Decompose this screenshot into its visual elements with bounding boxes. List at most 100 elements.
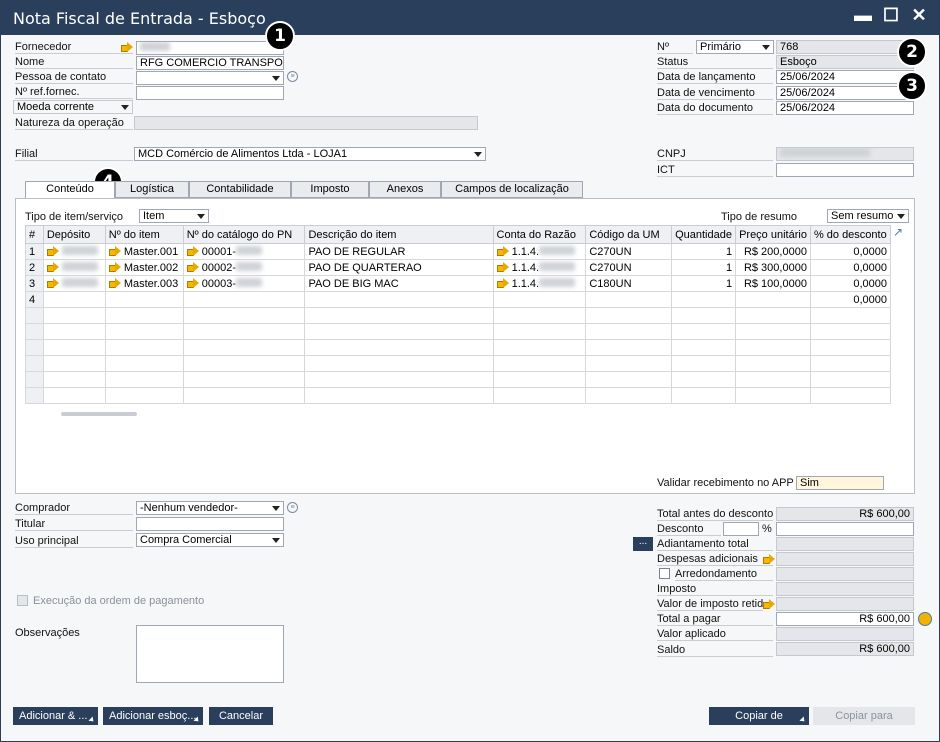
- fornecedor-field[interactable]: [136, 41, 284, 55]
- table-row[interactable]: 2 Master.002 00002- PAO DE QUARTERAO 1.1…: [25, 259, 892, 276]
- arredondamento-checkbox[interactable]: [659, 568, 670, 579]
- catalog-cell[interactable]: 00002-: [182, 259, 306, 276]
- col-header[interactable]: Descrição do item: [304, 225, 494, 244]
- vencimento-field[interactable]: 25/06/2024: [776, 86, 914, 100]
- link-arrow-icon[interactable]: [496, 262, 509, 273]
- maximize-icon[interactable]: ☐: [879, 5, 903, 26]
- info-icon[interactable]: ≡: [287, 502, 298, 513]
- despesas-link-arrow-icon[interactable]: [763, 554, 775, 564]
- link-arrow-icon[interactable]: [108, 262, 121, 273]
- documento-field[interactable]: 25/06/2024: [776, 101, 914, 115]
- info-icon[interactable]: ≡: [287, 71, 298, 82]
- table-row[interactable]: 4 0,0000: [25, 291, 892, 308]
- description-cell[interactable]: PAO DE BIG MAC: [304, 275, 494, 292]
- ref-fornec-field[interactable]: [136, 86, 284, 100]
- account-cell[interactable]: 1.1.4.: [492, 275, 587, 292]
- link-arrow-icon[interactable]: [186, 246, 199, 257]
- table-row[interactable]: [25, 387, 892, 404]
- description-cell[interactable]: PAO DE REGULAR: [304, 243, 494, 260]
- lancamento-field[interactable]: 25/06/2024: [776, 70, 914, 84]
- tab-conteudo[interactable]: Conteúdo: [25, 181, 115, 199]
- desconto-value-field[interactable]: [776, 522, 914, 536]
- filial-select[interactable]: MCD Comércio de Alimentos Ltda - LOJA1: [134, 147, 486, 161]
- horizontal-scrollbar[interactable]: [61, 412, 137, 416]
- tipo-resumo-select[interactable]: Sem resumo: [827, 209, 909, 223]
- more-button[interactable]: ...: [633, 537, 653, 551]
- deposito-cell[interactable]: [42, 243, 106, 260]
- col-header[interactable]: #: [25, 225, 44, 244]
- coins-icon[interactable]: [918, 612, 932, 626]
- um-cell[interactable]: C180UN: [585, 275, 673, 292]
- validar-field[interactable]: Sim: [796, 476, 884, 490]
- copy-from-button[interactable]: Copiar de: [709, 707, 809, 725]
- col-header[interactable]: Preço unitário: [735, 225, 811, 244]
- catalog-cell[interactable]: 00003-: [182, 275, 306, 292]
- link-arrow-icon[interactable]: [108, 278, 121, 289]
- col-header[interactable]: Depósito: [42, 225, 106, 244]
- series-select[interactable]: Primário: [696, 40, 774, 54]
- tab-contabilidade[interactable]: Contabilidade: [189, 181, 291, 198]
- col-header[interactable]: % do desconto: [809, 225, 892, 244]
- table-row[interactable]: [25, 371, 892, 388]
- minimize-icon[interactable]: ▬: [851, 5, 875, 26]
- natureza-field[interactable]: [134, 116, 478, 130]
- comprador-select[interactable]: -Nenhum vendedor-: [136, 501, 284, 515]
- quantity-cell[interactable]: 1: [671, 243, 737, 260]
- expand-table-icon[interactable]: ↗: [893, 225, 903, 239]
- table-row[interactable]: [25, 307, 892, 324]
- retido-link-arrow-icon[interactable]: [763, 599, 775, 609]
- discount-cell[interactable]: 0,0000: [809, 243, 892, 260]
- add-and-button[interactable]: Adicionar & ...: [13, 707, 98, 725]
- table-row[interactable]: [25, 355, 892, 372]
- execucao-checkbox[interactable]: [17, 595, 28, 606]
- col-header[interactable]: Nº do catálogo do PN: [182, 225, 306, 244]
- col-header[interactable]: Conta do Razão: [492, 225, 587, 244]
- discount-cell[interactable]: 0,0000: [809, 259, 892, 276]
- price-cell[interactable]: R$ 300,0000: [735, 259, 811, 276]
- account-cell[interactable]: 1.1.4.: [492, 259, 587, 276]
- quantity-cell[interactable]: 1: [671, 259, 737, 276]
- um-cell[interactable]: C270UN: [585, 259, 673, 276]
- catalog-cell[interactable]: 00001-: [182, 243, 306, 260]
- doc-number-field[interactable]: 768: [776, 40, 914, 54]
- price-cell[interactable]: R$ 200,0000: [735, 243, 811, 260]
- tab-logistica[interactable]: Logística: [115, 181, 189, 198]
- tipo-item-select[interactable]: Item: [139, 209, 209, 223]
- cancel-button[interactable]: Cancelar: [209, 707, 273, 725]
- tab-campos-localizacao[interactable]: Campos de localização: [441, 181, 583, 198]
- item-cell[interactable]: Master.001: [104, 243, 184, 260]
- col-header[interactable]: Quantidade: [671, 225, 737, 244]
- pessoa-contato-select[interactable]: [136, 71, 284, 85]
- table-row[interactable]: [25, 339, 892, 356]
- fornecedor-link-arrow-icon[interactable]: [121, 42, 133, 52]
- tab-anexos[interactable]: Anexos: [369, 181, 441, 198]
- deposito-cell[interactable]: [42, 259, 106, 276]
- col-header[interactable]: Código da UM: [585, 225, 673, 244]
- moeda-select[interactable]: Moeda corrente: [13, 100, 133, 114]
- link-arrow-icon[interactable]: [186, 278, 199, 289]
- add-draft-button[interactable]: Adicionar esboç...: [103, 707, 203, 725]
- link-arrow-icon[interactable]: [108, 246, 121, 257]
- quantity-cell[interactable]: 1: [671, 275, 737, 292]
- link-arrow-icon[interactable]: [496, 246, 509, 257]
- discount-cell[interactable]: 0,0000: [809, 275, 892, 292]
- link-arrow-icon[interactable]: [186, 262, 199, 273]
- description-cell[interactable]: PAO DE QUARTERAO: [304, 259, 494, 276]
- item-cell[interactable]: Master.003: [104, 275, 184, 292]
- nome-field[interactable]: RFG COMERCIO TRANSPORTE: [136, 56, 284, 70]
- deposito-cell[interactable]: [42, 275, 106, 292]
- link-arrow-icon[interactable]: [496, 278, 509, 289]
- discount-cell[interactable]: 0,0000: [809, 291, 892, 308]
- desconto-pct-field[interactable]: [723, 522, 759, 536]
- cnpj-field[interactable]: [776, 147, 914, 161]
- titular-field[interactable]: [136, 517, 284, 531]
- um-cell[interactable]: C270UN: [585, 243, 673, 260]
- table-row[interactable]: 3 Master.003 00003- PAO DE BIG MAC 1.1.4…: [25, 275, 892, 292]
- account-cell[interactable]: 1.1.4.: [492, 243, 587, 260]
- obs-textarea[interactable]: [136, 625, 284, 683]
- price-cell[interactable]: R$ 100,0000: [735, 275, 811, 292]
- table-row[interactable]: [25, 323, 892, 340]
- copy-to-button[interactable]: Copiar para: [813, 707, 915, 725]
- uso-select[interactable]: Compra Comercial: [136, 533, 284, 547]
- tab-imposto[interactable]: Imposto: [291, 181, 369, 198]
